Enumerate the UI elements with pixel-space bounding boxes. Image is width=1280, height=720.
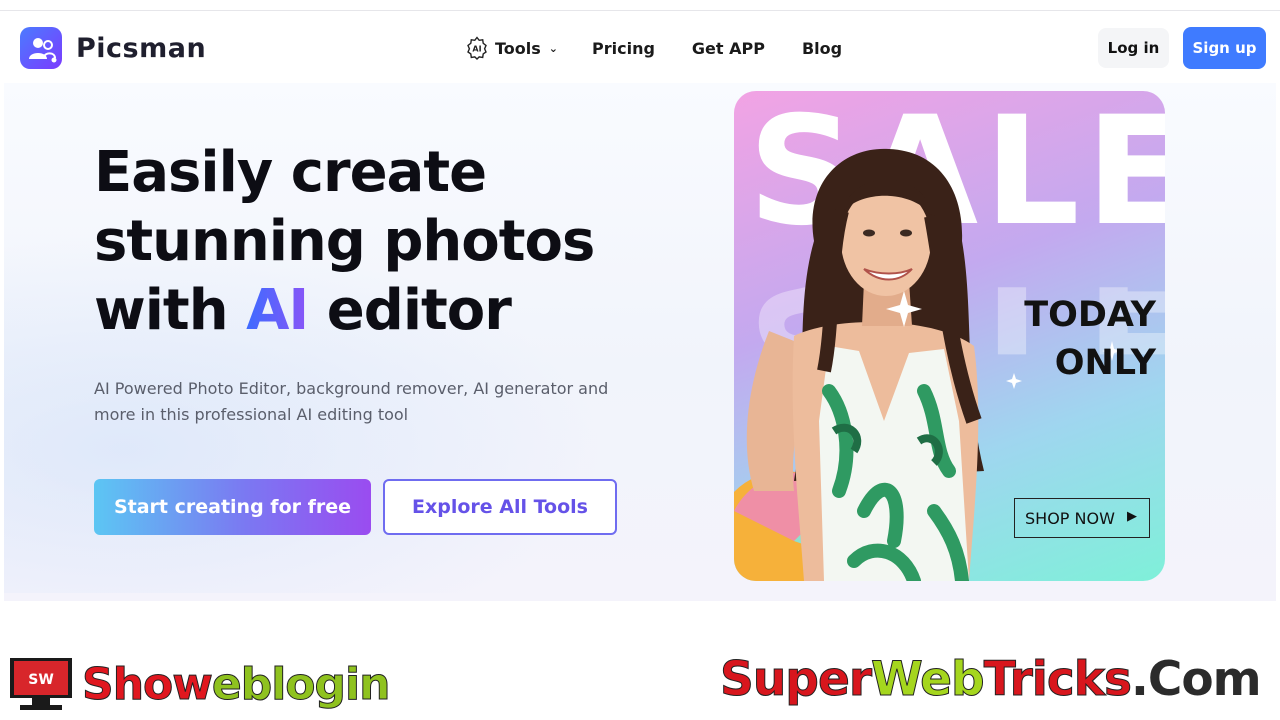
headline-line-2: stunning photos [94,209,595,274]
nav-get-app[interactable]: Get APP [692,39,765,58]
nav-blog[interactable]: Blog [802,39,842,58]
site-header: Picsman AI Tools ⌄ Pricing Get APP Blog … [0,11,1280,83]
start-creating-button[interactable]: Start creating for free [94,479,371,535]
promo-today-only: TODAY ONLY [996,291,1156,387]
showeblogin-text: Showeblogin [82,658,391,710]
hero-headline: Easily create stunning photos with AI ed… [94,138,595,345]
login-button[interactable]: Log in [1098,28,1169,68]
watermark-showeblogin: SW Showeblogin [8,656,391,712]
nav-tools-label: Tools [495,38,541,58]
promo-banner[interactable]: SALE SALE TODAY ONLY SHO [734,91,1165,581]
wm-tricks: Tricks [983,652,1132,708]
explore-tools-button[interactable]: Explore All Tools [383,479,617,535]
headline-line-1: Easily create [94,140,487,205]
signup-button[interactable]: Sign up [1183,27,1266,69]
wm-web: Web [871,652,986,708]
showeblogin-part1: Show [82,658,214,710]
nav-pricing[interactable]: Pricing [592,39,655,58]
watermark-superwebtricks: SuperWebTricks.Com [719,652,1262,708]
shop-now-button[interactable]: SHOP NOW ▶ [1014,498,1150,538]
headline-ai-highlight: AI [246,278,309,343]
headline-with: with [94,278,247,343]
hero-subtitle: AI Powered Photo Editor, background remo… [94,379,609,424]
brand-name: Picsman [76,32,207,64]
play-arrow-icon: ▶ [1127,509,1137,524]
brand-logo[interactable]: Picsman [20,27,206,69]
wm-super: Super [719,652,872,708]
headline-editor: editor [308,278,512,343]
monitor-logo-text: SW [28,672,54,688]
wm-com: .Com [1130,652,1262,707]
ai-sparkle-icon: AI [467,36,487,60]
ai-icon-text: AI [472,45,481,54]
showeblogin-part2: eblogin [211,658,391,710]
nav-tools[interactable]: AI Tools ⌄ [465,36,558,60]
main-nav: AI Tools ⌄ Pricing Get APP Blog [465,36,842,60]
monitor-icon: SW [10,658,72,710]
promo-only-text: ONLY [1054,343,1156,383]
chevron-down-icon: ⌄ [548,41,558,55]
picsman-logo-icon [20,27,62,69]
shop-now-label: SHOP NOW [1025,508,1115,528]
promo-today-text: TODAY [1024,295,1156,335]
